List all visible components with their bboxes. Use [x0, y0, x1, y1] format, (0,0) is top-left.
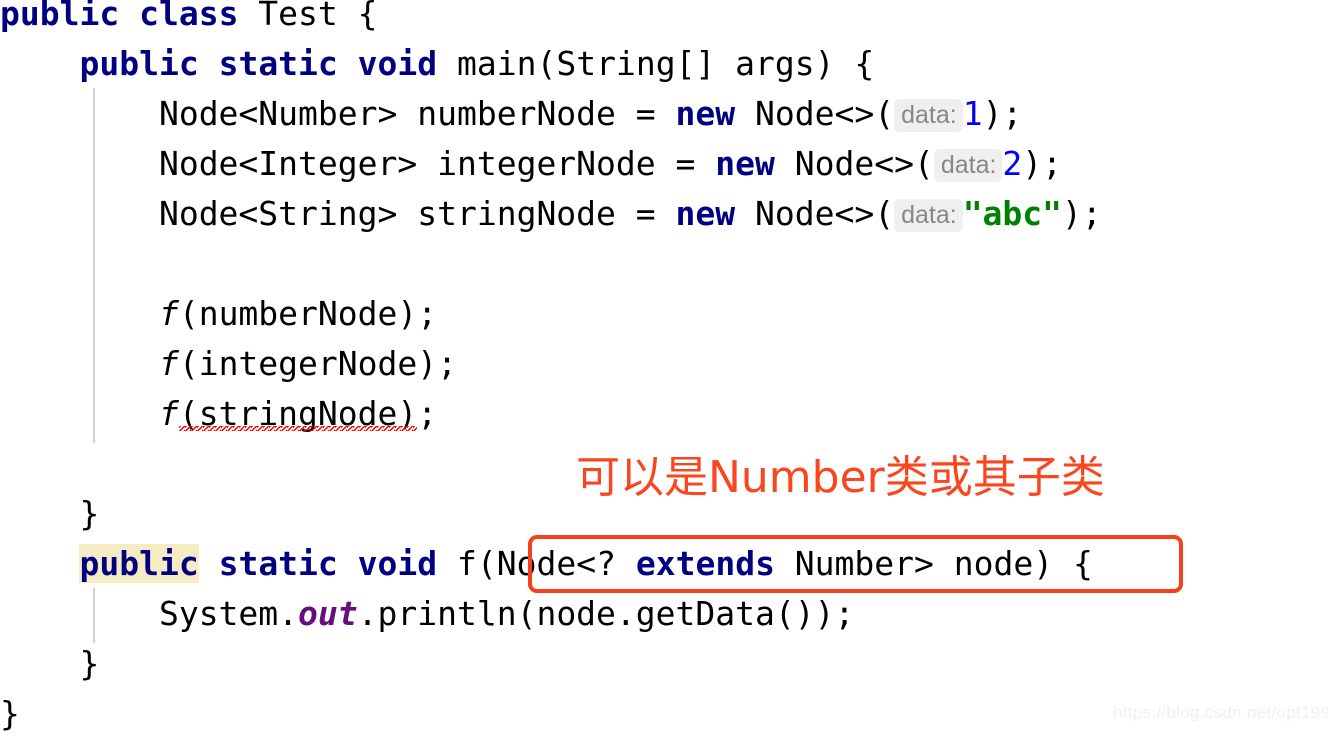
constructor-call: Node<>(: [735, 194, 895, 233]
error-underline-string-node[interactable]: (stringNode): [178, 389, 418, 439]
class-declaration-rest: Test {: [238, 0, 378, 33]
statement-tail: );: [982, 94, 1023, 133]
code-line-6[interactable]: f(numberNode);: [0, 289, 1328, 339]
code-line-3[interactable]: Node<Number> numberNode = new Node<>(dat…: [0, 89, 1328, 139]
parameter-list-open: (Node<?: [476, 544, 636, 583]
println-call: .println(node.getData());: [357, 594, 855, 633]
call-arguments: (stringNode): [178, 394, 418, 433]
code-line-4[interactable]: Node<Integer> integerNode = new Node<>(d…: [0, 139, 1328, 189]
keyword-static: static: [218, 44, 338, 83]
parameter-list-close: Number> node): [774, 544, 1054, 583]
code-line-11[interactable]: System.out.println(node.getData());: [0, 589, 1328, 639]
closing-brace: }: [79, 494, 100, 533]
method-name-f-declaration: f: [457, 544, 477, 583]
keyword-static: static: [218, 544, 338, 583]
code-line-1[interactable]: public class Test {: [0, 0, 1328, 39]
keyword-new: new: [675, 94, 736, 133]
literal-value: 2: [1002, 144, 1023, 183]
keyword-extends: extends: [635, 544, 775, 583]
literal-value: "abc": [962, 194, 1063, 233]
code-line-2[interactable]: public static void main(String[] args) {: [0, 39, 1328, 89]
keyword-class: class: [139, 0, 239, 33]
static-field-out: out: [298, 594, 358, 633]
constructor-call: Node<>(: [774, 144, 934, 183]
code-line-12[interactable]: }: [0, 639, 1328, 689]
parameter-hint-data: data:: [933, 149, 1003, 182]
string-node-declaration: Node<String> stringNode =: [158, 194, 676, 233]
annotation-note-text: 可以是Number类或其子类: [576, 452, 1105, 503]
keyword-public-highlighted: public: [79, 544, 199, 583]
keyword-void: void: [357, 44, 438, 83]
method-name-f: f: [158, 294, 179, 333]
keyword-new: new: [715, 144, 775, 183]
keyword-new: new: [675, 194, 736, 233]
call-arguments: (numberNode);: [178, 294, 438, 333]
closing-brace: }: [0, 694, 20, 733]
number-node-declaration: Node<Number> numberNode =: [158, 94, 676, 133]
main-signature-rest: main(String[] args) {: [437, 44, 875, 83]
code-line-5[interactable]: Node<String> stringNode = new Node<>(dat…: [0, 189, 1328, 239]
statement-tail: );: [1062, 194, 1102, 233]
method-name-f: f: [158, 394, 179, 433]
call-arguments: (integerNode);: [178, 344, 457, 383]
keyword-public: public: [0, 0, 120, 33]
watermark-url: https://blog.csdn.net/opt1997: [1113, 703, 1328, 722]
keyword-public: public: [79, 44, 199, 83]
integer-node-declaration: Node<Integer> integerNode =: [158, 144, 716, 183]
parameter-hint-data: data:: [894, 199, 963, 232]
keyword-void: void: [357, 544, 438, 583]
code-line-8[interactable]: f(stringNode);: [0, 389, 1328, 439]
method-name-f: f: [158, 344, 179, 383]
system-qualifier: System.: [158, 594, 299, 633]
block-open-brace: {: [1053, 544, 1093, 583]
statement-tail: );: [1022, 144, 1063, 183]
code-line-7[interactable]: f(integerNode);: [0, 339, 1328, 389]
parameter-hint-data: data:: [894, 99, 963, 132]
literal-value: 1: [962, 94, 983, 133]
code-line-10[interactable]: public static void f(Node<? extends Numb…: [0, 539, 1328, 589]
code-editor-canvas[interactable]: public class Test { public static void m…: [0, 0, 1328, 734]
statement-tail: ;: [417, 394, 438, 433]
constructor-call: Node<>(: [735, 94, 895, 133]
closing-brace: }: [79, 644, 100, 683]
